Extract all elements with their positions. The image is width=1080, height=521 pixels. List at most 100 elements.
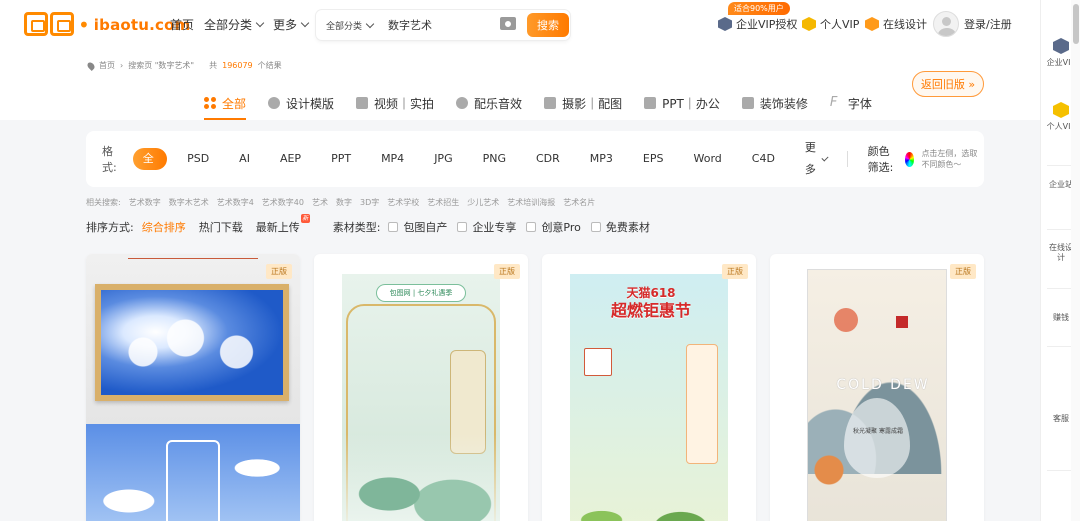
format-cdr[interactable]: CDR [526, 148, 570, 170]
format-c4d[interactable]: C4D [742, 148, 785, 170]
old-version-button[interactable]: 返回旧版 » [912, 71, 984, 97]
nav-home[interactable]: 首页 [170, 16, 194, 33]
personal-vip-icon [1053, 102, 1069, 118]
type-label: 素材类型: [332, 221, 381, 234]
related-item[interactable]: 艺术数字4 [217, 197, 254, 208]
tab-ppt[interactable]: PPT｜办公 [644, 92, 720, 114]
tab-video[interactable]: 视频｜实拍 [356, 92, 434, 114]
format-png[interactable]: PNG [473, 148, 516, 170]
format-more[interactable]: 更多 [795, 141, 829, 176]
format-psd[interactable]: PSD [177, 148, 219, 170]
category-bar: 首页 › 搜索页 "数字艺术" 共 196079 个结果 全部 设计模版 视频｜… [0, 52, 1040, 120]
scrollbar[interactable] [1071, 0, 1080, 521]
camera-icon[interactable] [500, 17, 516, 30]
checkbox[interactable] [590, 222, 601, 232]
chevron-down-icon [255, 18, 265, 28]
format-mp3[interactable]: MP3 [580, 148, 623, 170]
related-searches: 相关搜索: 艺术数字 数字木艺术 艺术数字4 艺术数字40 艺术 数字 3D字 … [86, 197, 596, 208]
format-all[interactable]: 全部 [132, 148, 168, 187]
related-item[interactable]: 艺术名片 [563, 197, 595, 208]
format-aep[interactable]: AEP [270, 148, 311, 170]
type-free[interactable]: 免费素材 [590, 219, 650, 235]
online-design-icon [865, 17, 879, 31]
personal-vip-icon [802, 17, 816, 31]
type-enterprise[interactable]: 企业专享 [457, 219, 516, 235]
personal-vip-link[interactable]: 个人VIP [802, 16, 859, 32]
related-item[interactable]: 数字木艺术 [169, 197, 209, 208]
enterprise-vip-link[interactable]: 企业VIP授权 [718, 16, 797, 32]
tab-photo[interactable]: 摄影｜配图 [544, 92, 622, 114]
type-creative-pro[interactable]: 创意Pro [526, 219, 581, 235]
related-item[interactable]: 艺术招生 [427, 197, 459, 208]
tab-font[interactable]: F 字体 [830, 92, 872, 114]
result-count: 196079 [222, 61, 253, 70]
tab-decoration[interactable]: 装饰装修 [741, 92, 808, 114]
licensed-badge: 正版 [950, 264, 976, 279]
enterprise-vip-icon [1053, 38, 1069, 54]
card-art-title: 包图网 | 七夕礼遇季 [376, 284, 466, 302]
format-filter: 格式: 全部 PSD AI AEP PPT MP4 JPG PNG CDR MP… [86, 131, 984, 187]
sort-row: 排序方式: 综合排序 热门下载 最新上传新 素材类型: 包图自产 企业专享 创意… [86, 214, 660, 235]
search-category-select[interactable]: 全部分类 [316, 19, 382, 32]
checkbox[interactable] [457, 222, 468, 232]
online-design-link[interactable]: 在线设计 [865, 16, 927, 32]
related-item[interactable]: 艺术数字 [129, 197, 161, 208]
breadcrumb-home[interactable]: 首页 [99, 60, 115, 71]
sort-label: 排序方式: [86, 221, 134, 234]
result-card[interactable]: 包图网 | 七夕礼遇季 正版 [314, 254, 528, 521]
palette-icon [268, 97, 281, 109]
tab-all[interactable]: 全部 [204, 92, 247, 120]
new-badge: 新 [300, 214, 310, 223]
type-baotu-original[interactable]: 包图自产 [388, 219, 447, 235]
chevron-down-icon [821, 153, 829, 162]
result-card[interactable]: COLD DEW 秋光凝聚 寒露成霜 正版 [770, 254, 984, 521]
related-item[interactable]: 艺术培训海报 [507, 197, 555, 208]
color-filter-label: 颜色筛选: [867, 145, 894, 174]
format-ppt[interactable]: PPT [321, 148, 361, 170]
nav-more[interactable]: 更多 [273, 16, 310, 33]
sort-popular[interactable]: 热门下载 [199, 219, 243, 235]
headphones-icon [456, 97, 469, 109]
scrollbar-thumb[interactable] [1073, 4, 1079, 44]
licensed-badge: 正版 [494, 264, 520, 279]
format-eps[interactable]: EPS [633, 148, 674, 170]
format-ai[interactable]: AI [229, 148, 260, 170]
video-icon [356, 97, 369, 109]
related-item[interactable]: 艺术数字40 [262, 197, 304, 208]
promo-tag: 适合90%用户 [728, 2, 790, 15]
location-pin-icon [86, 60, 96, 71]
licensed-badge: 正版 [722, 264, 748, 279]
sort-newest[interactable]: 最新上传新 [256, 214, 310, 235]
result-card[interactable]: 正版 [86, 254, 300, 521]
chevron-right-icon: › [120, 61, 124, 70]
color-wheel-icon[interactable] [904, 151, 915, 167]
nav-all-categories[interactable]: 全部分类 [204, 16, 265, 33]
format-mp4[interactable]: MP4 [371, 148, 414, 170]
search-button[interactable]: 搜索 [527, 13, 569, 37]
related-item[interactable]: 数字 [336, 197, 352, 208]
related-item[interactable]: 少儿艺术 [467, 197, 499, 208]
related-item[interactable]: 艺术学校 [387, 197, 419, 208]
search-input[interactable] [388, 18, 488, 32]
related-item[interactable]: 3D字 [360, 197, 379, 208]
tab-music[interactable]: 配乐音效 [456, 92, 522, 114]
card-art-title: 天猫618 超燃钜惠节 [610, 286, 691, 320]
sort-comprehensive[interactable]: 综合排序 [142, 219, 186, 235]
checkbox[interactable] [388, 222, 399, 232]
tab-design-templates[interactable]: 设计模版 [268, 92, 334, 114]
chevron-down-icon [300, 18, 310, 28]
site-logo[interactable]: • ibaotu.com [24, 12, 190, 38]
top-nav: 首页 全部分类 更多 [170, 16, 310, 33]
card-art-title: COLD DEW [836, 377, 930, 393]
category-tabs: 全部 设计模版 视频｜实拍 配乐音效 摄影｜配图 PPT｜办公 装饰装修 F 字 [204, 92, 894, 120]
breadcrumb: 首页 › 搜索页 "数字艺术" 共 196079 个结果 [86, 60, 282, 71]
grid-icon [204, 97, 216, 109]
login-register[interactable]: 登录/注册 [933, 11, 1012, 37]
search-bar: 全部分类 搜索 [316, 10, 570, 40]
checkbox[interactable] [526, 222, 537, 232]
format-jpg[interactable]: JPG [424, 148, 462, 170]
related-item[interactable]: 艺术 [312, 197, 328, 208]
result-card[interactable]: 天猫618 超燃钜惠节 正版 [542, 254, 756, 521]
card-thumbnail [95, 284, 289, 401]
format-word[interactable]: Word [683, 148, 731, 170]
